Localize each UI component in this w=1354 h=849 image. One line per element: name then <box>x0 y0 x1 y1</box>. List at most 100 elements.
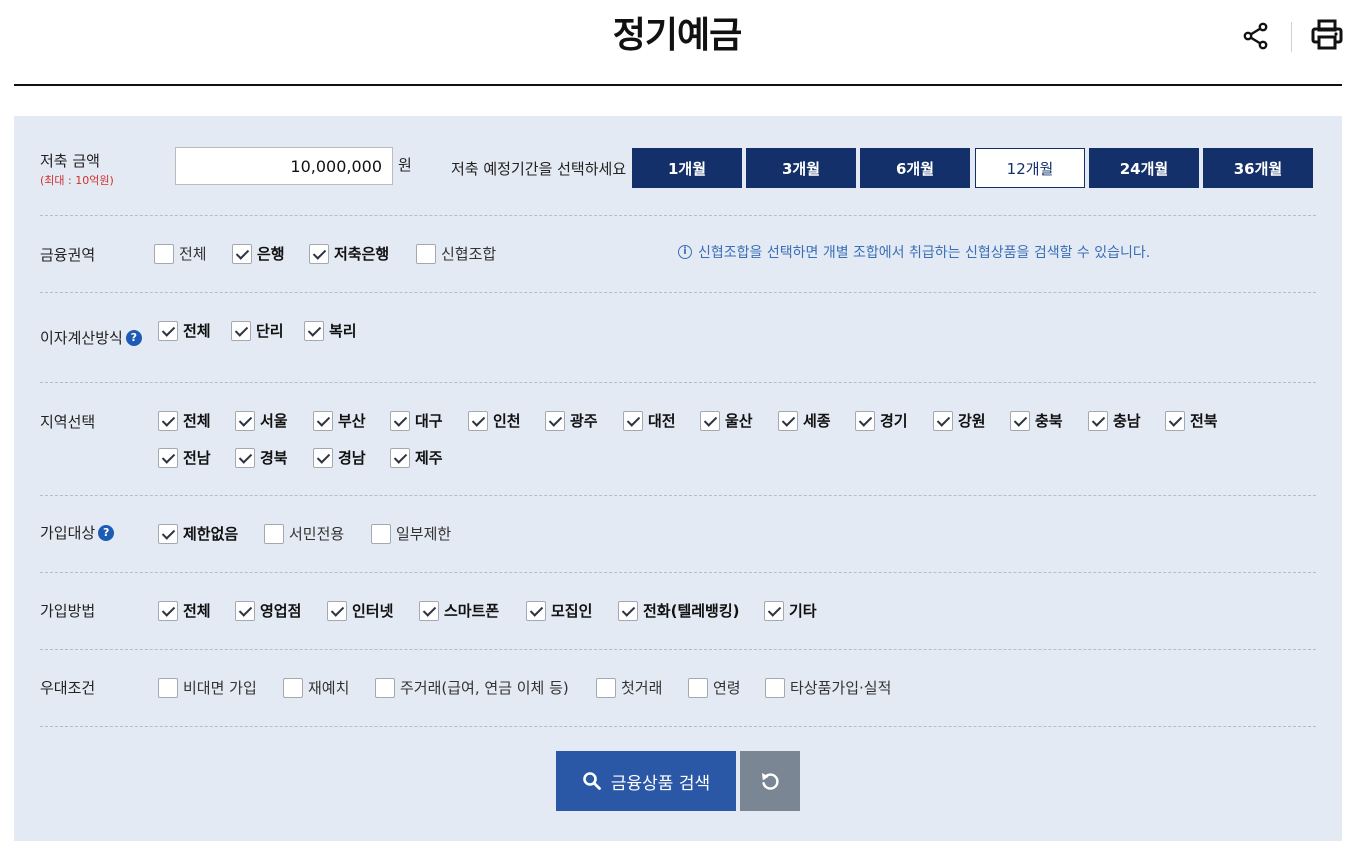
checkbox-box <box>264 523 284 544</box>
checkbox-box <box>855 410 875 431</box>
amount-limit-note: (최대 : 10억원) <box>40 174 114 187</box>
method-branch-checkbox[interactable]: 영업점 <box>235 600 301 621</box>
print-button[interactable] <box>1309 18 1345 52</box>
divider <box>40 292 1316 293</box>
region-gyeongbuk-checkbox[interactable]: 경북 <box>235 447 288 468</box>
info-icon: i <box>678 245 692 259</box>
checkbox-box <box>596 677 616 698</box>
reset-icon <box>762 773 779 790</box>
sector-all-checkbox[interactable]: 전체 <box>154 243 207 264</box>
pref-redeposit-checkbox[interactable]: 재예치 <box>283 677 349 698</box>
checkbox-box <box>765 677 785 698</box>
period-24-month-button[interactable]: 24개월 <box>1089 148 1199 188</box>
checkbox-box <box>390 410 410 431</box>
pref-age-checkbox[interactable]: 연령 <box>688 677 741 698</box>
finance-sector-label: 금융권역 <box>40 246 96 264</box>
checkbox-box <box>419 600 439 621</box>
checkbox-box <box>231 320 251 341</box>
region-gwangju-checkbox[interactable]: 광주 <box>545 410 598 431</box>
period-6-month-button[interactable]: 6개월 <box>860 148 970 188</box>
region-daejeon-checkbox[interactable]: 대전 <box>623 410 676 431</box>
reset-button[interactable] <box>740 751 800 811</box>
interest-method-label: 이자계산방식? <box>40 327 142 348</box>
checkbox-box <box>158 523 178 544</box>
checkbox-box <box>390 447 410 468</box>
page-title: 정기예금 <box>612 15 742 56</box>
checkbox-box <box>158 677 178 698</box>
join-method-label: 가입방법 <box>40 602 96 620</box>
preferential-label: 우대조건 <box>40 679 96 697</box>
checkbox-box <box>235 447 255 468</box>
amount-unit: 원 <box>398 156 412 174</box>
region-gyeongnam-checkbox[interactable]: 경남 <box>313 447 366 468</box>
checkbox-box <box>1010 410 1030 431</box>
amount-input[interactable] <box>175 147 393 185</box>
help-icon[interactable]: ? <box>98 525 115 541</box>
method-other-checkbox[interactable]: 기타 <box>764 600 817 621</box>
region-jeonbuk-checkbox[interactable]: 전북 <box>1165 410 1218 431</box>
region-chungbuk-checkbox[interactable]: 충북 <box>1010 410 1063 431</box>
checkbox-box <box>235 410 255 431</box>
help-icon[interactable]: ? <box>125 330 142 346</box>
checkbox-box <box>623 410 643 431</box>
pref-main-transaction-checkbox[interactable]: 주거래(급여, 연금 이체 등) <box>375 677 569 698</box>
pref-first-transaction-checkbox[interactable]: 첫거래 <box>596 677 662 698</box>
checkbox-box <box>158 410 178 431</box>
region-label: 지역선택 <box>40 413 96 431</box>
region-all-checkbox[interactable]: 전체 <box>158 410 211 431</box>
period-3-month-button[interactable]: 3개월 <box>746 148 856 188</box>
search-products-button[interactable]: 금융상품 검색 <box>556 751 736 811</box>
checkbox-box <box>1088 410 1108 431</box>
interest-simple-checkbox[interactable]: 단리 <box>231 320 284 341</box>
region-chungnam-checkbox[interactable]: 충남 <box>1088 410 1141 431</box>
target-low-income-checkbox[interactable]: 서민전용 <box>264 523 344 544</box>
checkbox-box <box>526 600 546 621</box>
region-seoul-checkbox[interactable]: 서울 <box>235 410 288 431</box>
method-internet-checkbox[interactable]: 인터넷 <box>327 600 393 621</box>
region-sejong-checkbox[interactable]: 세종 <box>778 410 831 431</box>
interest-compound-checkbox[interactable]: 복리 <box>304 320 357 341</box>
checkbox-box <box>154 243 174 264</box>
pref-other-product-checkbox[interactable]: 타상품가입·실적 <box>765 677 891 698</box>
region-jeju-checkbox[interactable]: 제주 <box>390 447 443 468</box>
method-all-checkbox[interactable]: 전체 <box>158 600 211 621</box>
checkbox-box <box>1165 410 1185 431</box>
sector-credit-union-checkbox[interactable]: 신협조합 <box>416 243 496 264</box>
sector-savings-bank-checkbox[interactable]: 저축은행 <box>309 243 389 264</box>
pref-non-face-to-face-checkbox[interactable]: 비대면 가입 <box>158 677 257 698</box>
period-12-month-button[interactable]: 12개월 <box>975 148 1085 188</box>
printer-icon <box>1311 19 1343 50</box>
divider <box>40 649 1316 650</box>
method-telebanking-checkbox[interactable]: 전화(텔레뱅킹) <box>618 600 740 621</box>
target-unrestricted-checkbox[interactable]: 제한없음 <box>158 523 238 544</box>
checkbox-box <box>688 677 708 698</box>
checkbox-box <box>158 320 178 341</box>
share-icon <box>1243 22 1268 50</box>
checkbox-box <box>416 243 436 264</box>
region-ulsan-checkbox[interactable]: 울산 <box>700 410 753 431</box>
checkbox-box <box>283 677 303 698</box>
divider <box>40 572 1316 573</box>
header-rule <box>14 84 1342 86</box>
period-label: 저축 예정기간을 선택하세요 <box>451 160 627 178</box>
period-1-month-button[interactable]: 1개월 <box>632 148 742 188</box>
interest-all-checkbox[interactable]: 전체 <box>158 320 211 341</box>
checkbox-box <box>327 600 347 621</box>
checkbox-box <box>618 600 638 621</box>
region-incheon-checkbox[interactable]: 인천 <box>468 410 521 431</box>
method-recruiter-checkbox[interactable]: 모집인 <box>526 600 592 621</box>
checkbox-box <box>371 523 391 544</box>
sector-bank-checkbox[interactable]: 은행 <box>232 243 285 264</box>
search-filter-panel: 저축 금액 (최대 : 10억원) 원 저축 예정기간을 선택하세요 1개월 3… <box>14 116 1342 841</box>
method-smartphone-checkbox[interactable]: 스마트폰 <box>419 600 499 621</box>
region-busan-checkbox[interactable]: 부산 <box>313 410 366 431</box>
region-daegu-checkbox[interactable]: 대구 <box>390 410 443 431</box>
divider <box>40 495 1316 496</box>
region-jeonnam-checkbox[interactable]: 전남 <box>158 447 211 468</box>
region-gangwon-checkbox[interactable]: 강원 <box>933 410 986 431</box>
target-partial-checkbox[interactable]: 일부제한 <box>371 523 451 544</box>
region-gyeonggi-checkbox[interactable]: 경기 <box>855 410 908 431</box>
divider <box>40 382 1316 383</box>
period-36-month-button[interactable]: 36개월 <box>1203 148 1313 188</box>
share-button[interactable] <box>1240 20 1272 52</box>
